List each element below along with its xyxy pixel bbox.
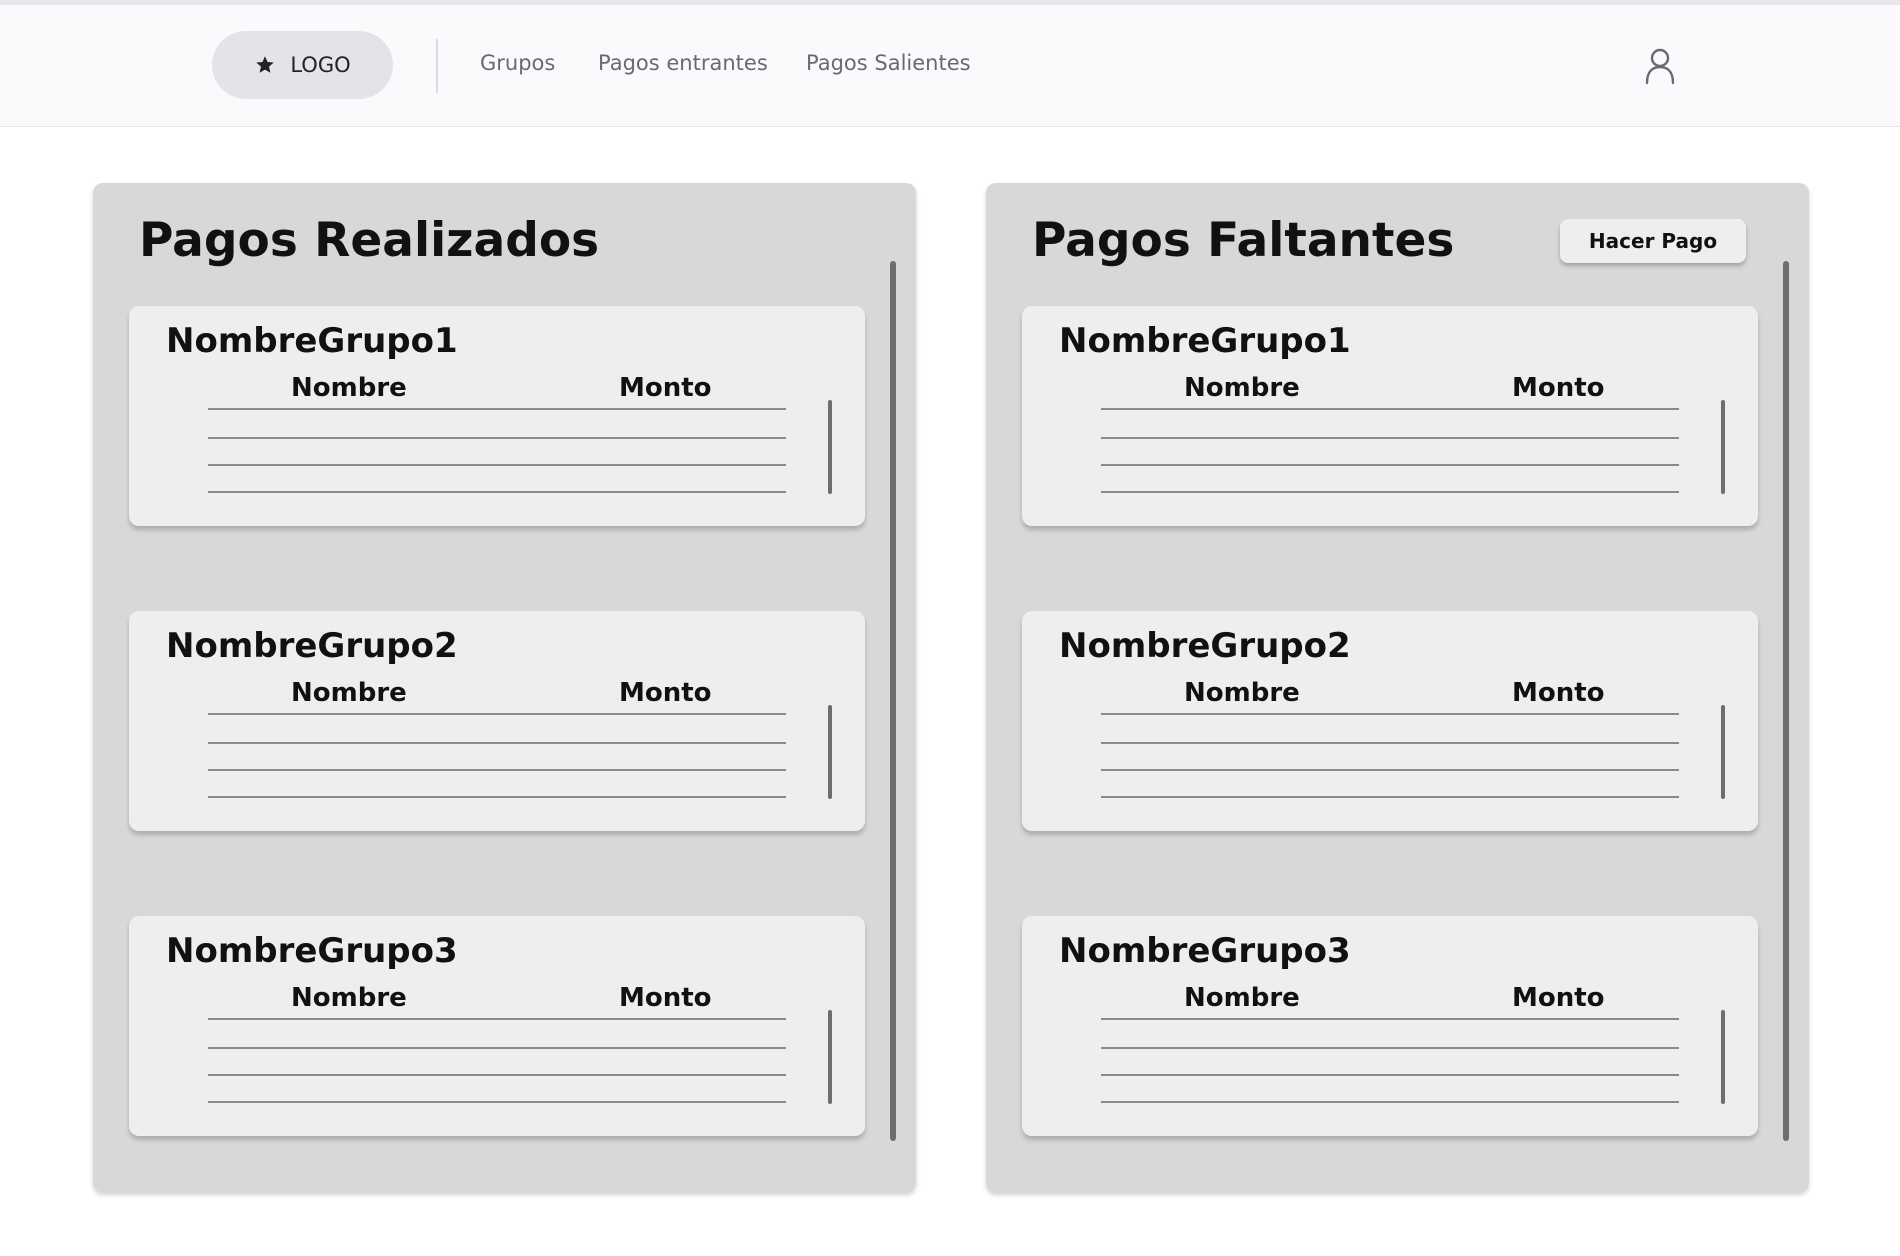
- column-header-monto: Monto: [619, 373, 712, 403]
- table-rule: [1101, 1074, 1679, 1076]
- group-name: NombreGrupo2: [166, 626, 458, 666]
- nav-link-pagos-salientes[interactable]: Pagos Salientes: [806, 51, 971, 75]
- table-rule: [208, 1074, 786, 1076]
- group-name: NombreGrupo3: [1059, 931, 1351, 971]
- user-icon[interactable]: [1643, 47, 1677, 85]
- panel-pagos-realizados: Pagos Realizados NombreGrupo1 Nombre Mon…: [93, 183, 916, 1192]
- table-scrollbar[interactable]: [828, 705, 832, 799]
- column-header-monto: Monto: [619, 983, 712, 1013]
- group-name: NombreGrupo2: [1059, 626, 1351, 666]
- panel-pagos-faltantes: Pagos Faltantes Hacer Pago NombreGrupo1 …: [986, 183, 1809, 1192]
- table-rule: [1101, 408, 1679, 410]
- table-rule: [208, 796, 786, 798]
- panel-title: Pagos Realizados: [139, 213, 600, 268]
- group-name: NombreGrupo1: [1059, 321, 1351, 361]
- logo-button[interactable]: LOGO: [212, 31, 393, 99]
- group-name: NombreGrupo1: [166, 321, 458, 361]
- column-header-monto: Monto: [1512, 373, 1605, 403]
- table-rule: [208, 408, 786, 410]
- table-rule: [1101, 713, 1679, 715]
- table-rule: [208, 1101, 786, 1103]
- table-scrollbar[interactable]: [1721, 400, 1725, 494]
- group-card: NombreGrupo1 Nombre Monto: [1022, 306, 1758, 526]
- group-card: NombreGrupo2 Nombre Monto: [1022, 611, 1758, 831]
- star-icon: [256, 56, 275, 73]
- table-rule: [1101, 437, 1679, 439]
- table-rule: [208, 1018, 786, 1020]
- group-card: NombreGrupo3 Nombre Monto: [129, 916, 865, 1136]
- hacer-pago-button[interactable]: Hacer Pago: [1560, 219, 1746, 263]
- nav-divider: [436, 39, 438, 93]
- table-rule: [208, 437, 786, 439]
- group-card: NombreGrupo2 Nombre Monto: [129, 611, 865, 831]
- table-rule: [208, 491, 786, 493]
- table-rule: [208, 464, 786, 466]
- group-card: NombreGrupo3 Nombre Monto: [1022, 916, 1758, 1136]
- navbar: LOGO Grupos Pagos entrantes Pagos Salien…: [0, 5, 1900, 127]
- table-scrollbar[interactable]: [828, 1010, 832, 1104]
- table-rule: [208, 1047, 786, 1049]
- table-rule: [208, 769, 786, 771]
- table-rule: [1101, 742, 1679, 744]
- panel-scrollbar[interactable]: [890, 261, 896, 1141]
- table-rule: [1101, 1018, 1679, 1020]
- column-header-nombre: Nombre: [291, 983, 407, 1013]
- table-rule: [1101, 769, 1679, 771]
- table-scrollbar[interactable]: [1721, 705, 1725, 799]
- column-header-nombre: Nombre: [1184, 983, 1300, 1013]
- column-header-nombre: Nombre: [1184, 373, 1300, 403]
- column-header-nombre: Nombre: [1184, 678, 1300, 708]
- table-scrollbar[interactable]: [828, 400, 832, 494]
- panel-title: Pagos Faltantes: [1032, 213, 1455, 268]
- table-rule: [208, 713, 786, 715]
- table-rule: [1101, 1047, 1679, 1049]
- column-header-monto: Monto: [1512, 678, 1605, 708]
- group-name: NombreGrupo3: [166, 931, 458, 971]
- column-header-monto: Monto: [1512, 983, 1605, 1013]
- table-rule: [1101, 796, 1679, 798]
- column-header-nombre: Nombre: [291, 678, 407, 708]
- group-card: NombreGrupo1 Nombre Monto: [129, 306, 865, 526]
- panel-scrollbar[interactable]: [1783, 261, 1789, 1141]
- column-header-monto: Monto: [619, 678, 712, 708]
- table-rule: [1101, 1101, 1679, 1103]
- table-rule: [208, 742, 786, 744]
- logo-label: LOGO: [290, 53, 351, 77]
- table-rule: [1101, 491, 1679, 493]
- table-scrollbar[interactable]: [1721, 1010, 1725, 1104]
- column-header-nombre: Nombre: [291, 373, 407, 403]
- table-rule: [1101, 464, 1679, 466]
- nav-link-pagos-entrantes[interactable]: Pagos entrantes: [598, 51, 768, 75]
- nav-link-grupos[interactable]: Grupos: [480, 51, 555, 75]
